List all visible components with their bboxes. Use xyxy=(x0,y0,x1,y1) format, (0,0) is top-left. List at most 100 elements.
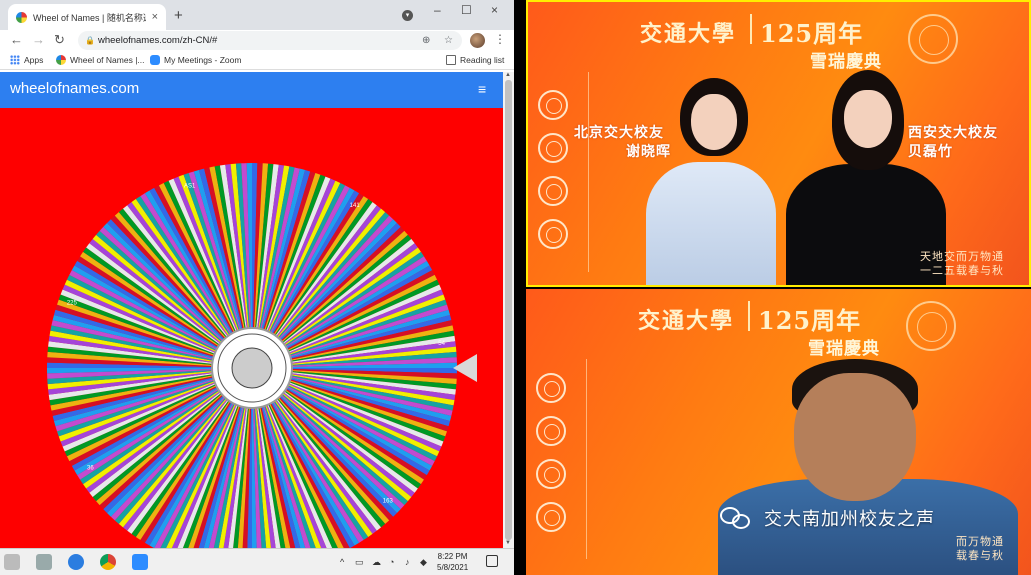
poem-text: 天地交而万物通 一二五载春与秋 xyxy=(920,250,1004,278)
snipping-tool-icon[interactable] xyxy=(36,554,52,570)
tab-title: Wheel of Names | 随机名称选择 xyxy=(33,12,146,23)
wheel-label: 36 xyxy=(87,466,94,472)
banner-title: 交通大學 xyxy=(638,308,735,334)
tab-wheel-of-names[interactable]: Wheel of Names | 随机名称选择 × xyxy=(8,4,166,30)
tray-chevron-icon[interactable]: ^ xyxy=(340,557,344,567)
address-bar[interactable]: 🔒 wheelofnames.com/zh-CN/# ⊕ ☆ xyxy=(78,31,462,50)
wheel-label: 163 xyxy=(383,498,394,504)
chrome-browser-icon[interactable] xyxy=(100,554,116,570)
reading-list-button[interactable]: Reading list xyxy=(446,55,504,65)
taskbar-clock[interactable]: 8:22 PM 5/8/2021 xyxy=(437,551,468,573)
wheel-of-names[interactable]: 5416317036225AS1141 xyxy=(0,108,503,548)
tray-battery-icon[interactable]: ▭ xyxy=(355,557,364,568)
zoom-favicon-icon xyxy=(150,55,160,65)
tray-network-icon[interactable]: ◔ xyxy=(389,557,394,567)
reload-icon[interactable]: ↻ xyxy=(54,32,65,48)
new-tab-button[interactable]: + xyxy=(174,7,183,24)
page-scrollbar[interactable]: ▲ ▼ xyxy=(503,72,514,548)
university-seal-icon xyxy=(908,14,958,64)
bookmark-label: Wheel of Names |... xyxy=(70,55,145,65)
banner-anniversary: 125周年 xyxy=(760,19,864,48)
seal-column xyxy=(538,90,572,262)
bookmark-label: My Meetings - Zoom xyxy=(164,55,242,65)
site-brand-link[interactable]: wheelofnames.com xyxy=(10,80,139,97)
speaker-left-face xyxy=(691,94,737,150)
video-tile-host[interactable]: 交通大學 125周年 雪瑞慶典 而万物通 载春与秋 交大南加州校友之声 xyxy=(526,289,1031,575)
windows-taskbar: ^ ▭ ☁ ◔ ♪ ◆ 8:22 PM 5/8/2021 xyxy=(0,548,514,575)
speaker-left-dress xyxy=(646,162,776,285)
scroll-up-icon[interactable]: ▲ xyxy=(505,72,511,78)
edge-browser-icon[interactable] xyxy=(68,554,84,570)
zoom-app-icon[interactable] xyxy=(132,554,148,570)
browser-window: Wheel of Names | 随机名称选择 × + ▾ – ☐ × ← → … xyxy=(0,0,514,548)
banner-separator xyxy=(750,14,752,44)
wheel-label: 141 xyxy=(350,203,361,209)
tab-close-icon[interactable]: × xyxy=(152,11,158,23)
host-face xyxy=(794,373,916,501)
caption-left: 北京交大校友 谢晓晖 xyxy=(574,124,671,162)
wheel-label: 54 xyxy=(438,341,445,347)
minimize-button[interactable]: – xyxy=(434,3,441,17)
caption-right-school: 西安交大校友 xyxy=(908,125,998,141)
url-text: wheelofnames.com/zh-CN/# xyxy=(98,35,218,46)
back-icon[interactable]: ← xyxy=(10,32,23,47)
caption-right-name: 贝磊竹 xyxy=(908,144,953,160)
scroll-down-icon[interactable]: ▼ xyxy=(505,540,511,546)
seal-icon xyxy=(538,176,568,206)
tray-onedrive-icon[interactable]: ☁ xyxy=(372,557,381,568)
scrollbar-thumb[interactable] xyxy=(505,80,512,540)
wheel-label: AS1 xyxy=(184,183,196,189)
video-tile-speakers[interactable]: 交通大學 125周年 雪瑞慶典 北京交大校友 谢晓晖 西安交大校友 贝磊竹 天地… xyxy=(526,0,1031,287)
bookmarks-bar: Apps Wheel of Names |... My Meetings - Z… xyxy=(0,52,514,70)
site-header: wheelofnames.com ≡ xyxy=(0,72,503,108)
banner-title: 交通大學 xyxy=(640,21,737,47)
poem-text: 而万物通 载春与秋 xyxy=(956,535,1004,563)
notification-center-icon[interactable] xyxy=(486,555,498,567)
forward-icon[interactable]: → xyxy=(32,32,45,47)
seal-icon xyxy=(538,219,568,249)
hamburger-menu-icon[interactable]: ≡ xyxy=(478,81,486,97)
poem-line: 一二五载春与秋 xyxy=(920,264,1004,277)
clock-date: 5/8/2021 xyxy=(437,563,469,572)
seal-icon xyxy=(538,133,568,163)
gallery-divider xyxy=(514,0,526,575)
taskbar-app-icon[interactable] xyxy=(4,554,20,570)
bookmark-apps[interactable]: Apps xyxy=(10,55,43,65)
apps-grid-icon xyxy=(10,55,20,65)
bookmark-wheel-of-names[interactable]: Wheel of Names |... xyxy=(56,55,144,65)
caption-left-name: 谢晓晖 xyxy=(626,144,671,160)
wheel-canvas-area: 5416317036225AS1141 xyxy=(0,108,503,548)
browser-menu-icon[interactable]: ⋮ xyxy=(494,32,506,46)
bookmark-star-icon[interactable]: ☆ xyxy=(444,31,453,50)
seal-icon xyxy=(538,90,568,120)
reading-list-label: Reading list xyxy=(460,55,505,65)
banner-anniversary: 125周年 xyxy=(758,306,862,335)
bookmark-zoom-meetings[interactable]: My Meetings - Zoom xyxy=(150,55,241,65)
seal-icon xyxy=(536,416,566,446)
banner-subtitle: 雪瑞慶典 xyxy=(808,339,880,359)
install-app-icon[interactable]: ⊕ xyxy=(422,31,430,50)
close-window-button[interactable]: × xyxy=(491,3,498,17)
seal-icon xyxy=(536,459,566,489)
seal-column xyxy=(536,373,570,545)
wechat-logo-icon xyxy=(720,505,754,531)
browser-toolbar: ← → ↻ 🔒 wheelofnames.com/zh-CN/# ⊕ ☆ ⋮ xyxy=(0,30,514,52)
banner-separator xyxy=(748,301,750,331)
channel-watermark: 交大南加州校友之声 xyxy=(720,505,935,531)
caption-right: 西安交大校友 贝磊竹 xyxy=(908,124,998,162)
divider-line xyxy=(586,359,587,559)
wheel-label: 225 xyxy=(67,301,78,307)
maximize-button[interactable]: ☐ xyxy=(461,3,472,17)
tray-dropbox-icon[interactable]: ◆ xyxy=(420,557,427,568)
speaker-right-face xyxy=(844,90,892,148)
tab-search-icon[interactable]: ▾ xyxy=(402,10,413,21)
banner-subtitle: 雪瑞慶典 xyxy=(810,52,882,72)
divider-line xyxy=(588,72,589,272)
university-seal-icon xyxy=(906,301,956,351)
watermark-text: 交大南加州校友之声 xyxy=(764,509,935,529)
tray-volume-icon[interactable]: ♪ xyxy=(405,557,410,567)
tab-strip: Wheel of Names | 随机名称选择 × + ▾ – ☐ × xyxy=(0,0,514,30)
profile-avatar[interactable] xyxy=(470,33,485,48)
event-banner: 交通大學 125周年 雪瑞慶典 xyxy=(526,289,1031,359)
clock-time: 8:22 PM xyxy=(437,552,468,561)
